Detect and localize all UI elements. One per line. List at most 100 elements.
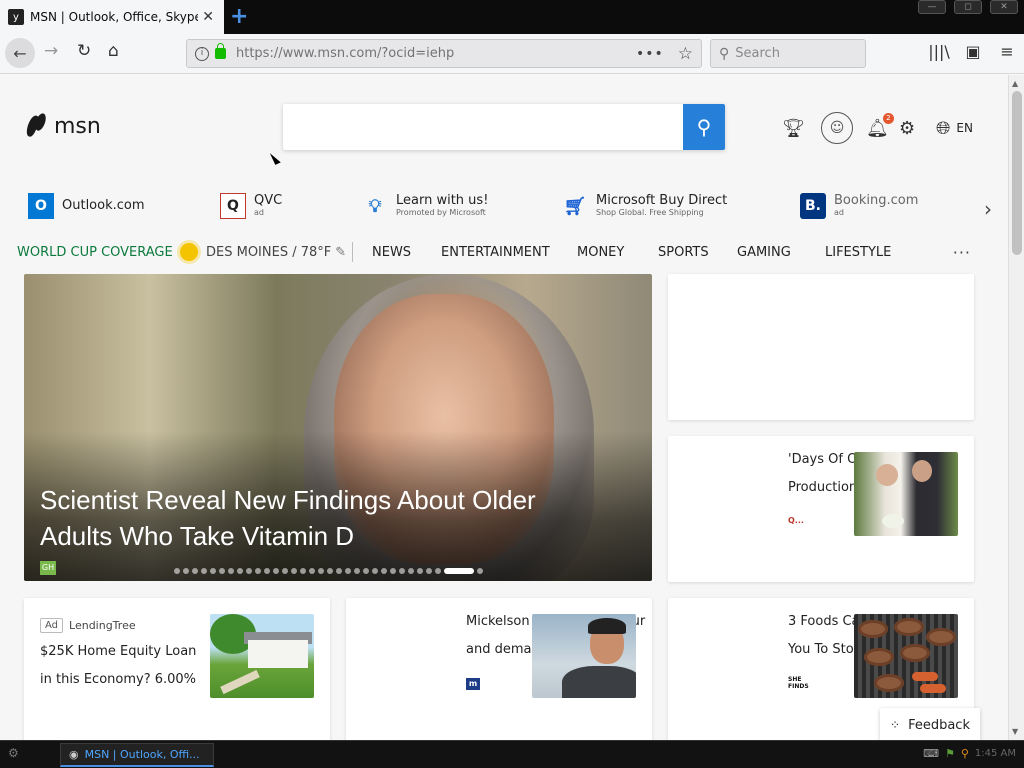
globe-icon: 🌐︎ (936, 117, 951, 139)
msn-favicon-icon: y (8, 9, 24, 25)
quicklink-label: Outlook.com (62, 198, 145, 213)
keyboard-icon[interactable]: ⌨ (923, 747, 939, 760)
menu-icon[interactable]: ≡ (990, 42, 1024, 61)
quicklink-qvc[interactable]: Q QVC ad (220, 193, 282, 219)
nav-sports[interactable]: SPORTS (658, 245, 709, 260)
page-scrollbar[interactable]: ▲ ▼ (1008, 75, 1024, 740)
booking-icon: B. (800, 193, 826, 219)
pencil-icon[interactable]: ✎ (335, 245, 346, 260)
settings-button[interactable]: ⚙ (899, 111, 915, 145)
address-bar[interactable]: i https://www.msn.com/?ocid=iehp ••• ☆ (186, 39, 702, 68)
nav-gaming[interactable]: GAMING (737, 245, 791, 260)
profile-button[interactable]: ☺ (821, 111, 853, 145)
quicklink-label: Microsoft Buy Direct (596, 193, 728, 208)
quicklink-label: Booking.com (834, 193, 919, 208)
mouse-cursor (269, 148, 287, 165)
bookmark-star-icon[interactable]: ☆ (678, 44, 693, 64)
start-menu-icon[interactable]: ⚙ (8, 746, 28, 764)
card-thumbnail (854, 614, 958, 698)
tab-title: MSN | Outlook, Office, Skype (30, 10, 198, 24)
weather-location: DES MOINES / 78°F (206, 244, 332, 260)
scroll-down-arrow-icon[interactable]: ▼ (1012, 727, 1018, 736)
quicklink-label: QVC (254, 193, 283, 208)
back-button[interactable]: ← (5, 38, 35, 68)
news-card-days-of-our-lives[interactable]: 'Days Of Our Lives Production Q... (668, 436, 974, 582)
shopping-cart-icon: 🛒︎ (563, 195, 587, 217)
back-arrow-icon: ← (13, 43, 27, 63)
navigation-toolbar: ← → ↻ ⌂ i https://www.msn.com/?ocid=iehp… (0, 34, 1024, 74)
forward-arrow-icon[interactable]: → (44, 41, 58, 61)
new-tab-button[interactable]: + (230, 4, 248, 29)
weather-widget[interactable]: DES MOINES / 78°F ✎ (180, 242, 354, 262)
site-info-icon[interactable]: i (195, 46, 209, 61)
search-icon: ⚲ (696, 115, 712, 139)
url-text[interactable]: https://www.msn.com/?ocid=iehp (236, 46, 636, 61)
nav-news[interactable]: NEWS (372, 245, 411, 260)
nav-lifestyle[interactable]: LIFESTYLE (825, 245, 891, 260)
hero-source-logo: GH (40, 561, 56, 575)
news-card-mickelson[interactable]: Mickelson BLASTS PGA tour and demands 'p… (346, 598, 652, 740)
feedback-button[interactable]: ⁘ Feedback (880, 708, 980, 740)
tab-bar: y MSN | Outlook, Office, Skype ✕ + — ◻ ✕ (0, 0, 1024, 34)
browser-search-box[interactable]: ⚲ Search (710, 39, 866, 68)
quicklink-sub: Shop Global. Free Shipping (596, 208, 704, 217)
bell-icon: 🔔︎ 2 (866, 112, 894, 139)
nav-money[interactable]: MONEY (577, 245, 624, 260)
chevron-right-icon[interactable]: › (984, 197, 992, 221)
ad-placeholder-card (668, 274, 974, 420)
category-nav: WORLD CUP COVERAGE DES MOINES / 78°F ✎ N… (0, 240, 1008, 264)
library-icon[interactable]: |||\ (922, 42, 956, 61)
browser-tab-msn[interactable]: y MSN | Outlook, Office, Skype ✕ (0, 0, 224, 34)
sidebar-icon[interactable]: ▣ (956, 42, 990, 61)
scroll-up-arrow-icon[interactable]: ▲ (1012, 79, 1018, 88)
sun-icon (180, 243, 198, 261)
hero-headline[interactable]: Scientist Reveal New Findings About Olde… (40, 482, 600, 554)
rewards-icon[interactable]: 🏆︎ (782, 111, 805, 145)
close-tab-icon[interactable]: ✕ (202, 9, 214, 25)
taskbar-item-msn[interactable]: ◉ MSN | Outlook, Offi... (60, 743, 214, 767)
quicklink-outlook[interactable]: O Outlook.com (28, 193, 145, 219)
scrollbar-thumb[interactable] (1012, 91, 1022, 255)
ad-card-lendingtree[interactable]: Ad LendingTree $25K Home Equity Loan in … (24, 598, 330, 740)
gear-icon: ⚙ (899, 117, 916, 139)
quicklink-sub: ad (254, 208, 264, 217)
search-tray-icon[interactable]: ⚲ (961, 747, 969, 760)
quicklink-microsoft-buy-direct[interactable]: 🛒︎ Microsoft Buy Direct Shop Global. Fre… (562, 193, 728, 219)
lightbulb-icon: 💡︎ (368, 195, 382, 217)
quicklink-label: Learn with us! (396, 193, 489, 208)
quicklink-booking[interactable]: B. Booking.com ad (800, 193, 918, 219)
quicklink-learn[interactable]: 💡︎ Learn with us! Promoted by Microsoft (362, 193, 489, 219)
card-headline[interactable]: $25K Home Equity Loan in this Economy? 6… (40, 638, 220, 694)
feedback-label: Feedback (908, 717, 970, 733)
minimize-button[interactable]: — (918, 0, 946, 14)
feedback-icon: ⁘ (890, 718, 901, 732)
notifications-button[interactable]: 🔔︎ 2 (866, 111, 894, 145)
language-selector[interactable]: 🌐︎ EN (936, 111, 973, 145)
network-icon[interactable]: ⚑ (945, 747, 955, 760)
window-controls: — ◻ ✕ (918, 0, 1018, 14)
hero-carousel[interactable]: Scientist Reveal New Findings About Olde… (24, 274, 652, 581)
os-taskbar: ⚙ ◉ MSN | Outlook, Offi... ⌨ ⚑ ⚲ 1:45 AM (0, 740, 1024, 768)
msn-search-button[interactable]: ⚲ (683, 104, 725, 150)
reload-icon[interactable]: ↻ (77, 41, 91, 61)
close-window-button[interactable]: ✕ (990, 0, 1018, 14)
notification-badge: 2 (882, 112, 894, 124)
card-thumbnail (854, 452, 958, 536)
source-logo: SHE FINDS (788, 676, 809, 690)
card-thumbnail (210, 614, 314, 698)
search-placeholder: Search (735, 46, 780, 61)
msn-search-box[interactable]: ⚲ (283, 104, 725, 150)
advertiser-name: LendingTree (69, 619, 136, 632)
ad-label-row: Ad LendingTree (40, 618, 136, 633)
firefox-icon: ◉ (69, 748, 79, 761)
nav-entertainment[interactable]: ENTERTAINMENT (441, 245, 550, 260)
msn-page: msn ⚲ 🏆︎ ☺ 🔔︎ 2 ⚙ 🌐︎ EN O Outlook.com Q Q… (0, 75, 1008, 740)
msn-logo[interactable]: msn (26, 113, 101, 139)
home-icon[interactable]: ⌂ (108, 41, 119, 61)
maximize-button[interactable]: ◻ (954, 0, 982, 14)
world-cup-link[interactable]: WORLD CUP COVERAGE (17, 245, 173, 260)
page-actions-icon[interactable]: ••• (636, 46, 664, 62)
more-options-icon[interactable]: ··· (953, 243, 971, 262)
clock: 1:45 AM (974, 748, 1016, 759)
carousel-indicators[interactable] (174, 568, 483, 574)
